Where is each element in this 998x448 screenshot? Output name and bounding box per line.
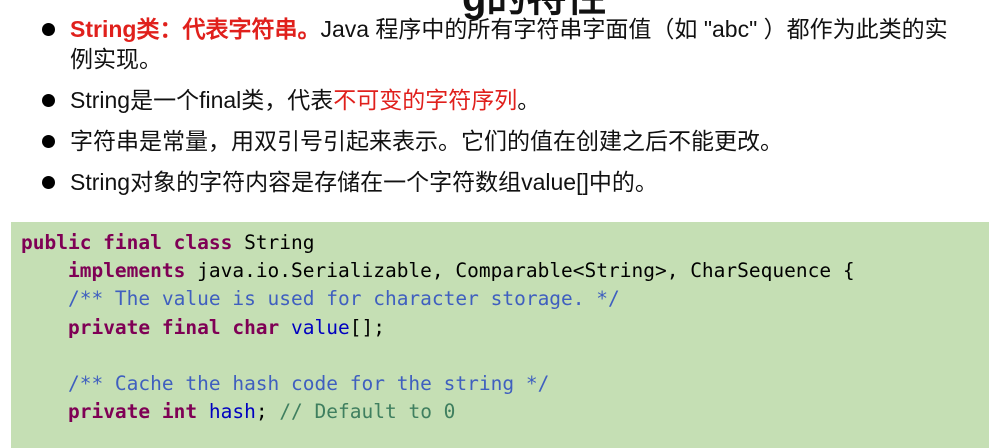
code-line: /** Cache the hash code for the string *… [21,370,989,398]
bullet-list: String类：代表字符串。Java 程序中的所有字符串字面值（如 "abc" … [40,14,970,208]
bullet-dot-icon [42,135,55,148]
bullet-text: String是一个final类，代表 [70,87,334,113]
bullet-dot-icon [42,23,55,36]
code-line: private final char value[]; [21,314,989,342]
code-token: ; [255,400,280,424]
bullet-item: String是一个final类，代表不可变的字符序列。 [40,85,970,115]
code-line: /** The value is used for character stor… [21,285,989,313]
code-token: // Default to 0 [279,400,456,424]
bullet-item: String类：代表字符串。Java 程序中的所有字符串字面值（如 "abc" … [40,14,970,74]
code-line: private int hash; // Default to 0 [21,398,989,426]
code-token: hash [208,400,256,424]
bullet-text: String对象的字符内容是存储在一个字符数组value[]中的。 [70,169,658,195]
bullet-text-highlight: String类：代表字符串。 [70,16,321,42]
code-token: public final class [21,231,233,254]
bullet-item: String对象的字符内容是存储在一个字符数组value[]中的。 [40,167,970,197]
code-token: implements [67,259,186,283]
code-token: java.io.Serializable, Comparable<String>… [185,259,855,283]
bullet-text-highlight: 不可变的字符序列 [333,87,518,113]
bullet-text: 字符串是常量，用双引号引起来表示。它们的值在创建之后不能更改。 [70,128,783,154]
bullet-dot-icon [42,94,55,107]
code-token: /** Cache the hash code for the string *… [67,371,550,395]
code-line: implements java.io.Serializable, Compara… [21,257,989,285]
code-token: private final char [67,315,280,339]
code-block: public final class String implements jav… [11,222,989,448]
code-line: public final class String [21,229,989,257]
bullet-dot-icon [42,176,55,189]
bullet-text: 。 [517,87,541,113]
bullet-item: 字符串是常量，用双引号引起来表示。它们的值在创建之后不能更改。 [40,126,970,156]
code-token: String [232,231,315,254]
code-token: /** The value is used for character stor… [67,287,620,311]
code-token: private int [67,400,198,424]
code-token: []; [349,315,385,339]
code-token: value [291,315,350,339]
